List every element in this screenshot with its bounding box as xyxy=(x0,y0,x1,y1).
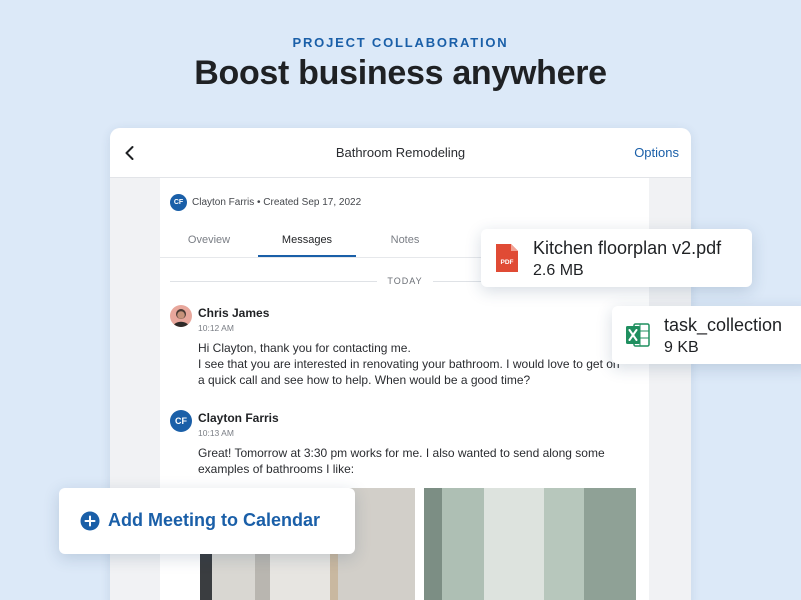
hero-headline: Boost business anywhere xyxy=(194,54,607,92)
tab-messages[interactable]: Messages xyxy=(258,230,356,257)
avatar xyxy=(170,305,192,327)
file-name: Kitchen floorplan v2.pdf xyxy=(533,238,722,258)
add-meeting-button[interactable]: Add Meeting to Calendar xyxy=(59,488,355,554)
message-author: Chris James xyxy=(198,306,270,320)
message-time: 10:13 AM xyxy=(198,428,234,438)
excel-file-icon xyxy=(626,323,650,347)
project-meta-text: Clayton Farris • Created Sep 17, 2022 xyxy=(192,197,362,208)
date-divider-label: TODAY xyxy=(387,276,423,286)
message-author: Clayton Farris xyxy=(198,411,279,425)
project-title: Bathroom Remodeling xyxy=(335,145,466,160)
file-name: task_collection xyxy=(664,315,783,335)
project-header: Bathroom Remodeling Options xyxy=(110,128,691,178)
pdf-file-icon: PDF xyxy=(496,244,518,272)
tab-notes[interactable]: Notes xyxy=(356,230,454,257)
person-icon xyxy=(173,309,189,327)
file-attachment-excel[interactable]: task_collection 9 KB xyxy=(612,306,801,364)
message-body: Great! Tomorrow at 3:30 pm works for me.… xyxy=(198,446,605,476)
message-time: 10:12 AM xyxy=(198,323,234,333)
tab-overview[interactable]: Oveview xyxy=(160,230,258,257)
hero-eyebrow: PROJECT COLLABORATION xyxy=(292,35,509,50)
avatar: CF xyxy=(170,410,192,432)
attachment-image[interactable] xyxy=(424,488,636,600)
project-meta: CF Clayton Farris • Created Sep 17, 2022 xyxy=(170,194,361,211)
pdf-icon-label: PDF xyxy=(501,259,514,266)
file-size: 2.6 MB xyxy=(533,262,584,279)
file-size: 9 KB xyxy=(664,339,699,356)
message-body: Hi Clayton, thank you for contacting me.… xyxy=(198,341,620,387)
plus-circle-icon xyxy=(80,511,100,531)
options-button[interactable]: Options xyxy=(634,145,679,160)
owner-avatar: CF xyxy=(170,194,187,211)
add-meeting-label: Add Meeting to Calendar xyxy=(108,510,321,530)
file-attachment-pdf[interactable]: PDF Kitchen floorplan v2.pdf 2.6 MB xyxy=(481,229,752,287)
